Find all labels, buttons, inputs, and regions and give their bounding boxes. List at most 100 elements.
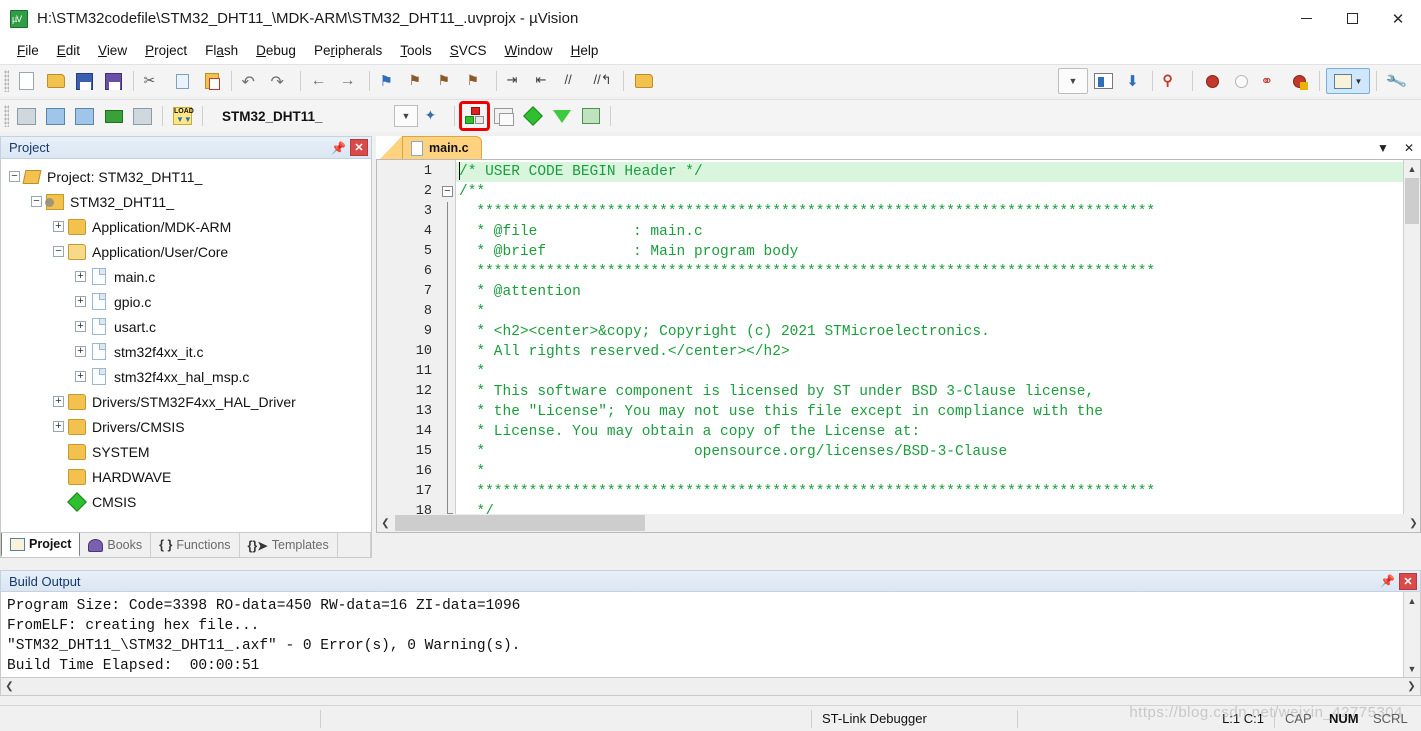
manage-project-items-button[interactable] — [459, 101, 490, 131]
menu-peripherals[interactable]: Peripherals — [305, 39, 391, 62]
translate-file-button[interactable] — [13, 103, 40, 129]
expand-icon[interactable]: + — [53, 421, 64, 432]
fold-column[interactable]: − — [439, 160, 456, 532]
pin-icon[interactable]: 📌 — [330, 139, 347, 156]
project-tree[interactable]: − Project: STM32_DHT11_ − STM32_DHT11_ + Appl… — [0, 159, 372, 533]
expand-icon[interactable]: + — [75, 296, 86, 307]
find-in-files-button[interactable]: ⚲ — [1159, 68, 1186, 94]
undo-button[interactable]: ↶ — [238, 68, 265, 94]
code-editor[interactable]: 12345678910111213141516171819 − /* USER … — [376, 159, 1421, 533]
insert-symbol-button[interactable]: ⬇ — [1119, 68, 1146, 94]
bookmark-prev-button[interactable]: ⚑ — [405, 68, 432, 94]
build-horizontal-scrollbar[interactable]: ❮ ❯ — [0, 678, 1421, 696]
target-selector[interactable]: STM32_DHT11_ — [214, 104, 394, 128]
uncomment-selection-button[interactable]: //↰ — [590, 68, 617, 94]
expand-icon[interactable]: + — [75, 321, 86, 332]
maximize-button[interactable] — [1329, 0, 1375, 37]
scroll-down-button[interactable]: ▼ — [1404, 660, 1420, 677]
tree-item-hardwave[interactable]: HARDWAVE — [1, 464, 371, 489]
breakpoint-insert-button[interactable] — [1199, 68, 1226, 94]
menu-svcs[interactable]: SVCS — [441, 39, 496, 62]
open-file-button[interactable] — [42, 68, 69, 94]
hscroll-thumb[interactable] — [395, 515, 645, 531]
scroll-up-button[interactable]: ▲ — [1404, 160, 1420, 177]
collapse-icon[interactable]: − — [9, 171, 20, 182]
expand-icon[interactable]: + — [53, 221, 64, 232]
breakpoint-kill-all-button[interactable] — [1286, 68, 1313, 94]
minimize-button[interactable] — [1283, 0, 1329, 37]
breakpoint-disable-all-button[interactable]: ⚭ — [1257, 68, 1284, 94]
multi-project-button[interactable] — [490, 103, 517, 129]
target-options-button[interactable]: ✦ — [421, 103, 448, 129]
source-browse-button[interactable] — [1090, 68, 1117, 94]
bookmark-clear-button[interactable]: ⚑ — [463, 68, 490, 94]
tree-item-usart-c[interactable]: + usart.c — [1, 314, 371, 339]
tab-books[interactable]: Books — [80, 533, 152, 557]
code-line[interactable]: * @brief : Main program body — [456, 242, 1403, 262]
menu-view[interactable]: View — [89, 39, 136, 62]
code-line[interactable]: /** — [456, 182, 1403, 202]
menu-file[interactable]: FFileile — [8, 39, 48, 62]
tree-item-drivers-stm32f4xx-hal-driver[interactable]: + Drivers/STM32F4xx_HAL_Driver — [1, 389, 371, 414]
expand-icon[interactable]: + — [53, 396, 64, 407]
tree-item-main-c[interactable]: + main.c — [1, 264, 371, 289]
indent-left-button[interactable]: ⇤ — [532, 68, 559, 94]
pack-installer-button[interactable] — [548, 103, 575, 129]
scroll-left-button[interactable]: ❮ — [377, 518, 394, 529]
code-line[interactable]: * This software component is licensed by… — [456, 382, 1403, 402]
scroll-up-button[interactable]: ▲ — [1404, 592, 1420, 609]
configure-editor-button[interactable] — [630, 68, 657, 94]
close-icon[interactable]: ✕ — [350, 139, 368, 156]
paste-button[interactable] — [198, 68, 225, 94]
tree-item-stm32-dht11-[interactable]: − STM32_DHT11_ — [1, 189, 371, 214]
expand-icon[interactable]: + — [75, 271, 86, 282]
editor-dropdown-button[interactable]: ▼ — [1375, 141, 1391, 155]
navigate-forward-button[interactable]: → — [336, 68, 363, 94]
tree-item-project-stm32-dht11-[interactable]: − Project: STM32_DHT11_ — [1, 164, 371, 189]
tree-item-drivers-cmsis[interactable]: + Drivers/CMSIS — [1, 414, 371, 439]
code-line[interactable]: * the "License"; You may not use this fi… — [456, 402, 1403, 422]
tab-project[interactable]: Project — [1, 532, 81, 557]
fold-collapse-icon[interactable]: − — [442, 186, 453, 197]
code-line[interactable]: * License. You may obtain a copy of the … — [456, 422, 1403, 442]
tree-item-application-user-core[interactable]: − Application/User/Core — [1, 239, 371, 264]
expand-icon[interactable]: + — [75, 371, 86, 382]
close-button[interactable]: ✕ — [1375, 0, 1421, 37]
new-file-button[interactable] — [13, 68, 40, 94]
menu-tools[interactable]: Tools — [391, 39, 441, 62]
code-line[interactable]: ****************************************… — [456, 202, 1403, 222]
toolbar-grip[interactable] — [4, 70, 9, 92]
toolbar-grip[interactable] — [4, 105, 9, 127]
editor-tab-main-c[interactable]: main.c — [402, 136, 482, 159]
menu-project[interactable]: Project — [136, 39, 196, 62]
breakpoint-enable-button[interactable] — [1228, 68, 1255, 94]
build-output-body[interactable]: Program Size: Code=3398 RO-data=450 RW-d… — [0, 592, 1421, 678]
window-layout-button[interactable]: ▼ — [1326, 68, 1370, 94]
toolbar-overflow-button[interactable]: ▼ — [1058, 68, 1088, 94]
run-to-main-button[interactable] — [519, 103, 546, 129]
redo-button[interactable]: ↷ — [267, 68, 294, 94]
editor-vertical-scrollbar[interactable]: ▲ ▼ — [1403, 160, 1420, 532]
code-line[interactable]: /* USER CODE BEGIN Header */ — [456, 162, 1403, 182]
batch-build-button[interactable] — [100, 103, 127, 129]
tree-item-application-mdk-arm[interactable]: + Application/MDK-ARM — [1, 214, 371, 239]
collapse-icon[interactable]: − — [31, 196, 42, 207]
code-line[interactable]: * opensource.org/licenses/BSD-3-Clause — [456, 442, 1403, 462]
editor-close-button[interactable]: ✕ — [1401, 141, 1417, 155]
navigate-back-button[interactable]: ← — [307, 68, 334, 94]
configure-tools-button[interactable]: 🔧 — [1383, 68, 1410, 94]
code-line[interactable]: * — [456, 302, 1403, 322]
menu-debug[interactable]: Debug — [247, 39, 305, 62]
tab-templates[interactable]: {}➤ Templates — [240, 533, 338, 557]
build-target-button[interactable] — [42, 103, 69, 129]
save-button[interactable] — [71, 68, 98, 94]
code-line[interactable]: * All rights reserved.</center></h2> — [456, 342, 1403, 362]
target-dropdown-button[interactable]: ▼ — [394, 105, 418, 127]
copy-button[interactable] — [169, 68, 196, 94]
build-vertical-scrollbar[interactable]: ▲ ▼ — [1403, 592, 1420, 677]
tree-item-cmsis[interactable]: CMSIS — [1, 489, 371, 514]
manage-run-time-button[interactable] — [577, 103, 604, 129]
editor-horizontal-scrollbar[interactable]: ❮ ❯ — [377, 514, 1420, 532]
scroll-right-button[interactable]: ❯ — [1405, 518, 1420, 529]
stop-build-button[interactable] — [129, 103, 156, 129]
